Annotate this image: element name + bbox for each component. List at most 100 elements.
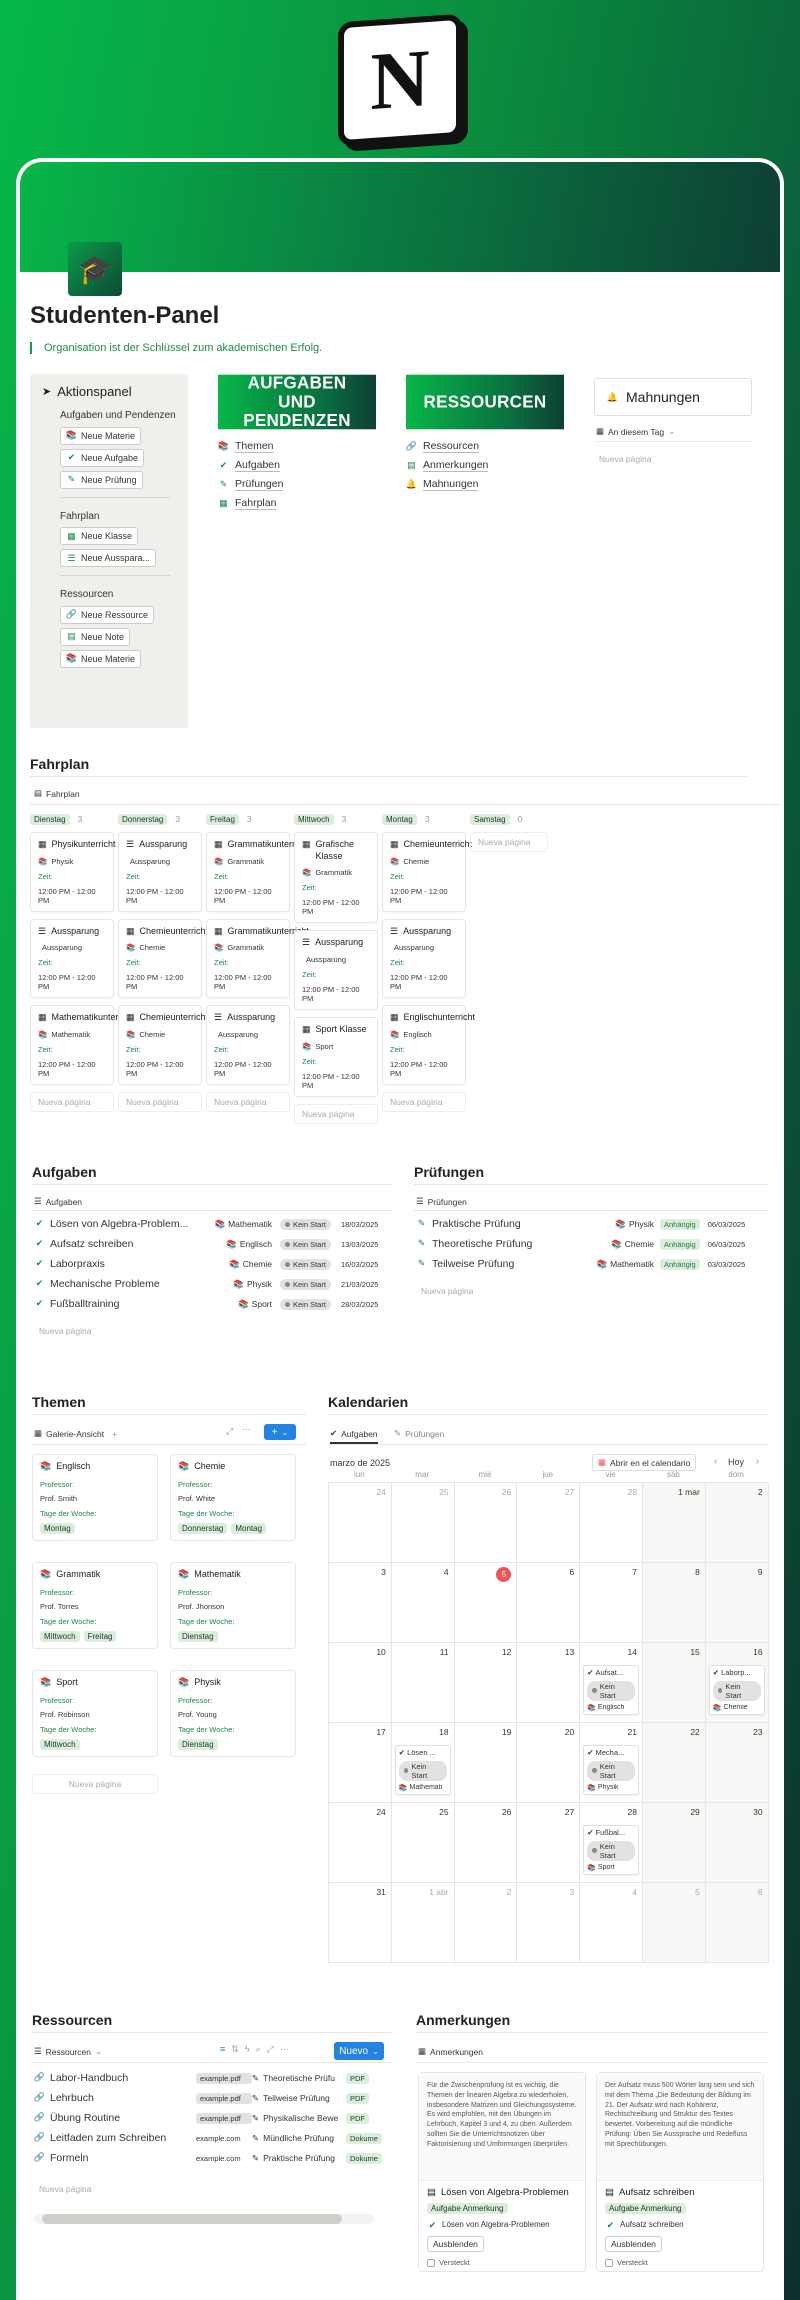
- calendar-day[interactable]: 20: [517, 1723, 581, 1803]
- calendar-day[interactable]: 19: [454, 1723, 518, 1803]
- task-row[interactable]: ✔ Aufsatz schreiben 📚 Englisch Kein Start 13/…: [34, 1234, 390, 1254]
- calendar-day[interactable]: 4: [391, 1563, 455, 1643]
- resource-row[interactable]: 🔗 Übung Routine example.pdf ✎ Physikalische …: [34, 2108, 404, 2128]
- checkbox-icon[interactable]: [427, 2258, 435, 2267]
- themen-new-page[interactable]: Nueva página: [32, 1774, 158, 1794]
- ressourcen-view-tab[interactable]: ☰ Ressourcen ⌄: [34, 2046, 102, 2057]
- calendar-day[interactable]: 13: [517, 1643, 581, 1723]
- mahnungen-view-tab[interactable]: ▦ An diesem Tag ⌄: [596, 426, 752, 442]
- resource-row[interactable]: 🔗 Labor-Handbuch example.pdf ✎ Theoretische …: [34, 2068, 404, 2088]
- calendar-day[interactable]: 11: [391, 1643, 455, 1723]
- calendar-day[interactable]: 27: [517, 1803, 581, 1883]
- calendar-day[interactable]: 27: [517, 1483, 581, 1563]
- calendar-day[interactable]: 2: [454, 1883, 518, 1963]
- new-class-button[interactable]: ▦ Neue Klasse: [60, 527, 139, 545]
- checkbox-icon[interactable]: [605, 2258, 613, 2267]
- lightning-icon[interactable]: ϟ: [245, 2044, 250, 2055]
- calendar-day[interactable]: 18 ✔ Lösen ... Kein Start 📚 Mathemati: [391, 1723, 455, 1803]
- task-row[interactable]: ✔ Fußballtraining 📚 Sport Kein Start 28/03/20…: [34, 1294, 390, 1314]
- schedule-card[interactable]: ▦ Chemieunterricht 📚 Chemie Zeit: 12:00 PM - …: [118, 918, 208, 999]
- calendar-day[interactable]: 12: [454, 1643, 518, 1723]
- calendar-day[interactable]: 1 mar: [643, 1483, 706, 1563]
- hide-button[interactable]: Ausblenden: [605, 2236, 662, 2252]
- subject-card[interactable]: 📚 Englisch Professor: Prof. Smith Tage der W…: [32, 1454, 158, 1541]
- calendar-day[interactable]: 28 ✔ Fußbal... Kein Start 📚 Sport: [580, 1803, 643, 1883]
- calendar-day[interactable]: 24: [329, 1803, 392, 1883]
- calendar-day[interactable]: 25: [391, 1803, 455, 1883]
- schedule-card[interactable]: ▦ Grammatikunterricht 📚 Grammatik Zeit: 12:00…: [206, 832, 309, 912]
- next-month-icon[interactable]: ›: [756, 1456, 759, 1467]
- link-pruefungen[interactable]: ✎ Prüfungen: [218, 478, 284, 491]
- schedule-card[interactable]: ▦ Grafische Klasse 📚 Grammatik Zeit: 12:00 PM…: [294, 832, 378, 924]
- calendar-day[interactable]: 5: [643, 1883, 706, 1963]
- calendar-day[interactable]: 25: [391, 1483, 455, 1563]
- note-card[interactable]: Für die Zwischenprüfung ist es wichtig, …: [418, 2072, 586, 2272]
- calendar-day[interactable]: 6: [705, 1883, 769, 1963]
- new-task-button[interactable]: ✔ Neue Aufgabe: [60, 448, 145, 467]
- subject-card[interactable]: 📚 Mathematik Professor: Prof. Jhonson Tage d…: [170, 1562, 296, 1649]
- subject-card[interactable]: 📚 Chemie Professor: Prof. White Tage der Woc…: [170, 1454, 296, 1541]
- resource-row[interactable]: 🔗 Lehrbuch example.pdf ✎ Teilweise Prüfung PD…: [34, 2088, 404, 2108]
- link-mahnungen[interactable]: 🔔 Mahnungen: [406, 478, 488, 491]
- calendar-day[interactable]: 28: [580, 1483, 643, 1563]
- schedule-card[interactable]: ▦ Englischunterricht 📚 Englisch Zeit: 12:00 P…: [382, 1005, 475, 1086]
- schedule-card[interactable]: ▦ Grammatikunterricht 📚 Grammatik Zeit: 12:00…: [206, 918, 309, 999]
- calendar-day[interactable]: 17: [329, 1723, 392, 1803]
- calendar-event[interactable]: ✔ Laborp... Kein Start 📚 Chemie: [708, 1665, 765, 1715]
- hidden-checkbox[interactable]: Versteckt: [597, 2254, 763, 2271]
- column-new-page[interactable]: Nueva página: [382, 1092, 466, 1113]
- search-icon[interactable]: ⌕: [256, 2044, 261, 2055]
- resource-row[interactable]: 🔗 Leitfaden zum Schreiben example.com ✎ Münd…: [34, 2128, 404, 2148]
- mahnungen-new-page[interactable]: Nueva página: [592, 450, 658, 468]
- calendar-day[interactable]: 1 abr: [391, 1883, 455, 1963]
- schedule-card[interactable]: ▦ Chemieunterricht 📚 Chemie Zeit: 12:00 PM - …: [118, 1005, 208, 1086]
- subject-card[interactable]: 📚 Grammatik Professor: Prof. Torres Tage der…: [32, 1562, 158, 1649]
- calendar-day[interactable]: 24: [329, 1483, 392, 1563]
- resource-row[interactable]: 🔗 Formeln example.com ✎ Praktische Prüfung Do…: [34, 2148, 404, 2168]
- calendar-day[interactable]: 14 ✔ Aufsat... Kein Start 📚 Englisch: [580, 1643, 643, 1723]
- subject-card[interactable]: 📚 Physik Professor: Prof. Young Tage der Woc…: [170, 1670, 296, 1757]
- new-materie-button-2[interactable]: 📚 Neue Materie: [60, 649, 142, 668]
- calendar-day[interactable]: 31: [329, 1883, 392, 1963]
- aufgaben-view-tab[interactable]: ☰ Aufgaben: [34, 1196, 82, 1207]
- schedule-card[interactable]: ▦ Physikunterricht 📚 Physik Zeit: 12:00 PM - …: [30, 832, 116, 912]
- calendar-day[interactable]: 6: [517, 1563, 581, 1643]
- calendar-day[interactable]: 9: [705, 1563, 769, 1643]
- pruefungen-new-page[interactable]: Nueva página: [414, 1282, 480, 1300]
- ressourcen-new-button[interactable]: Nuevo ⌄: [334, 2042, 384, 2060]
- schedule-card[interactable]: ☰ Aussparung Aussparung Zeit: 12:00 PM - 12:…: [118, 832, 202, 912]
- calendar-day[interactable]: 7: [580, 1563, 643, 1643]
- calendar-day[interactable]: 15: [643, 1643, 706, 1723]
- calendar-day[interactable]: 23: [705, 1723, 769, 1803]
- calendar-day[interactable]: 26: [454, 1483, 518, 1563]
- column-new-page[interactable]: Nueva página: [470, 832, 548, 852]
- prev-month-icon[interactable]: ‹: [714, 1456, 717, 1467]
- calendar-event[interactable]: ✔ Aufsat... Kein Start 📚 Englisch: [583, 1665, 640, 1715]
- exam-row[interactable]: ✎ Theoretische Prüfung 📚 Chemie Anhängig 06/0…: [416, 1234, 768, 1254]
- calendar-day[interactable]: 2: [705, 1483, 769, 1563]
- note-link[interactable]: ✔ Lösen von Algebra-Problemen: [419, 2217, 585, 2234]
- calendar-day[interactable]: 26: [454, 1803, 518, 1883]
- link-anmerkungen[interactable]: ▤ Anmerkungen: [406, 459, 489, 472]
- exam-row[interactable]: ✎ Teilweise Prüfung 📚 Mathematik Anhängig 03/…: [416, 1254, 768, 1274]
- link-themen[interactable]: 📚 Themen: [218, 440, 283, 453]
- calendar-day[interactable]: 16 ✔ Laborp... Kein Start 📚 Chemie: [705, 1643, 769, 1723]
- calendar-day[interactable]: 29: [643, 1803, 706, 1883]
- note-card[interactable]: Der Aufsatz muss 500 Wörter lang sein un…: [596, 2072, 764, 2272]
- sort-icon[interactable]: ⇅: [231, 2044, 239, 2055]
- calendar-day[interactable]: 3: [517, 1883, 581, 1963]
- schedule-card[interactable]: ▦ Chemieunterricht 📚 Chemie Zeit: 12:00 PM - …: [382, 832, 472, 912]
- link-aufgaben[interactable]: ✔ Aufgaben: [218, 459, 283, 472]
- graduation-cap-icon[interactable]: 🎓: [68, 242, 122, 296]
- note-link[interactable]: ✔ Aufsatz schreiben: [597, 2217, 763, 2234]
- today-button[interactable]: Hoy: [728, 1457, 744, 1467]
- calendar-event[interactable]: ✔ Mecha... Kein Start 📚 Physik: [583, 1745, 640, 1795]
- schedule-card[interactable]: ☰ Aussparung Aussparung Zeit: 12:00 PM - 12:…: [206, 1005, 290, 1086]
- kal-tab-aufgaben[interactable]: ✔ Aufgaben: [330, 1428, 378, 1444]
- schedule-card[interactable]: ▦ Mathematikunterricht 📚 Mathematik Zeit: 12:…: [30, 1005, 136, 1086]
- new-gap-button[interactable]: ☰ Neue Ausspara...: [60, 549, 157, 567]
- column-new-page[interactable]: Nueva página: [294, 1103, 378, 1124]
- new-note-button[interactable]: ▤ Neue Note: [60, 627, 131, 646]
- calendar-day[interactable]: 30: [705, 1803, 769, 1883]
- open-in-calendar-button[interactable]: ▦ Abrir en el calendario: [592, 1454, 697, 1471]
